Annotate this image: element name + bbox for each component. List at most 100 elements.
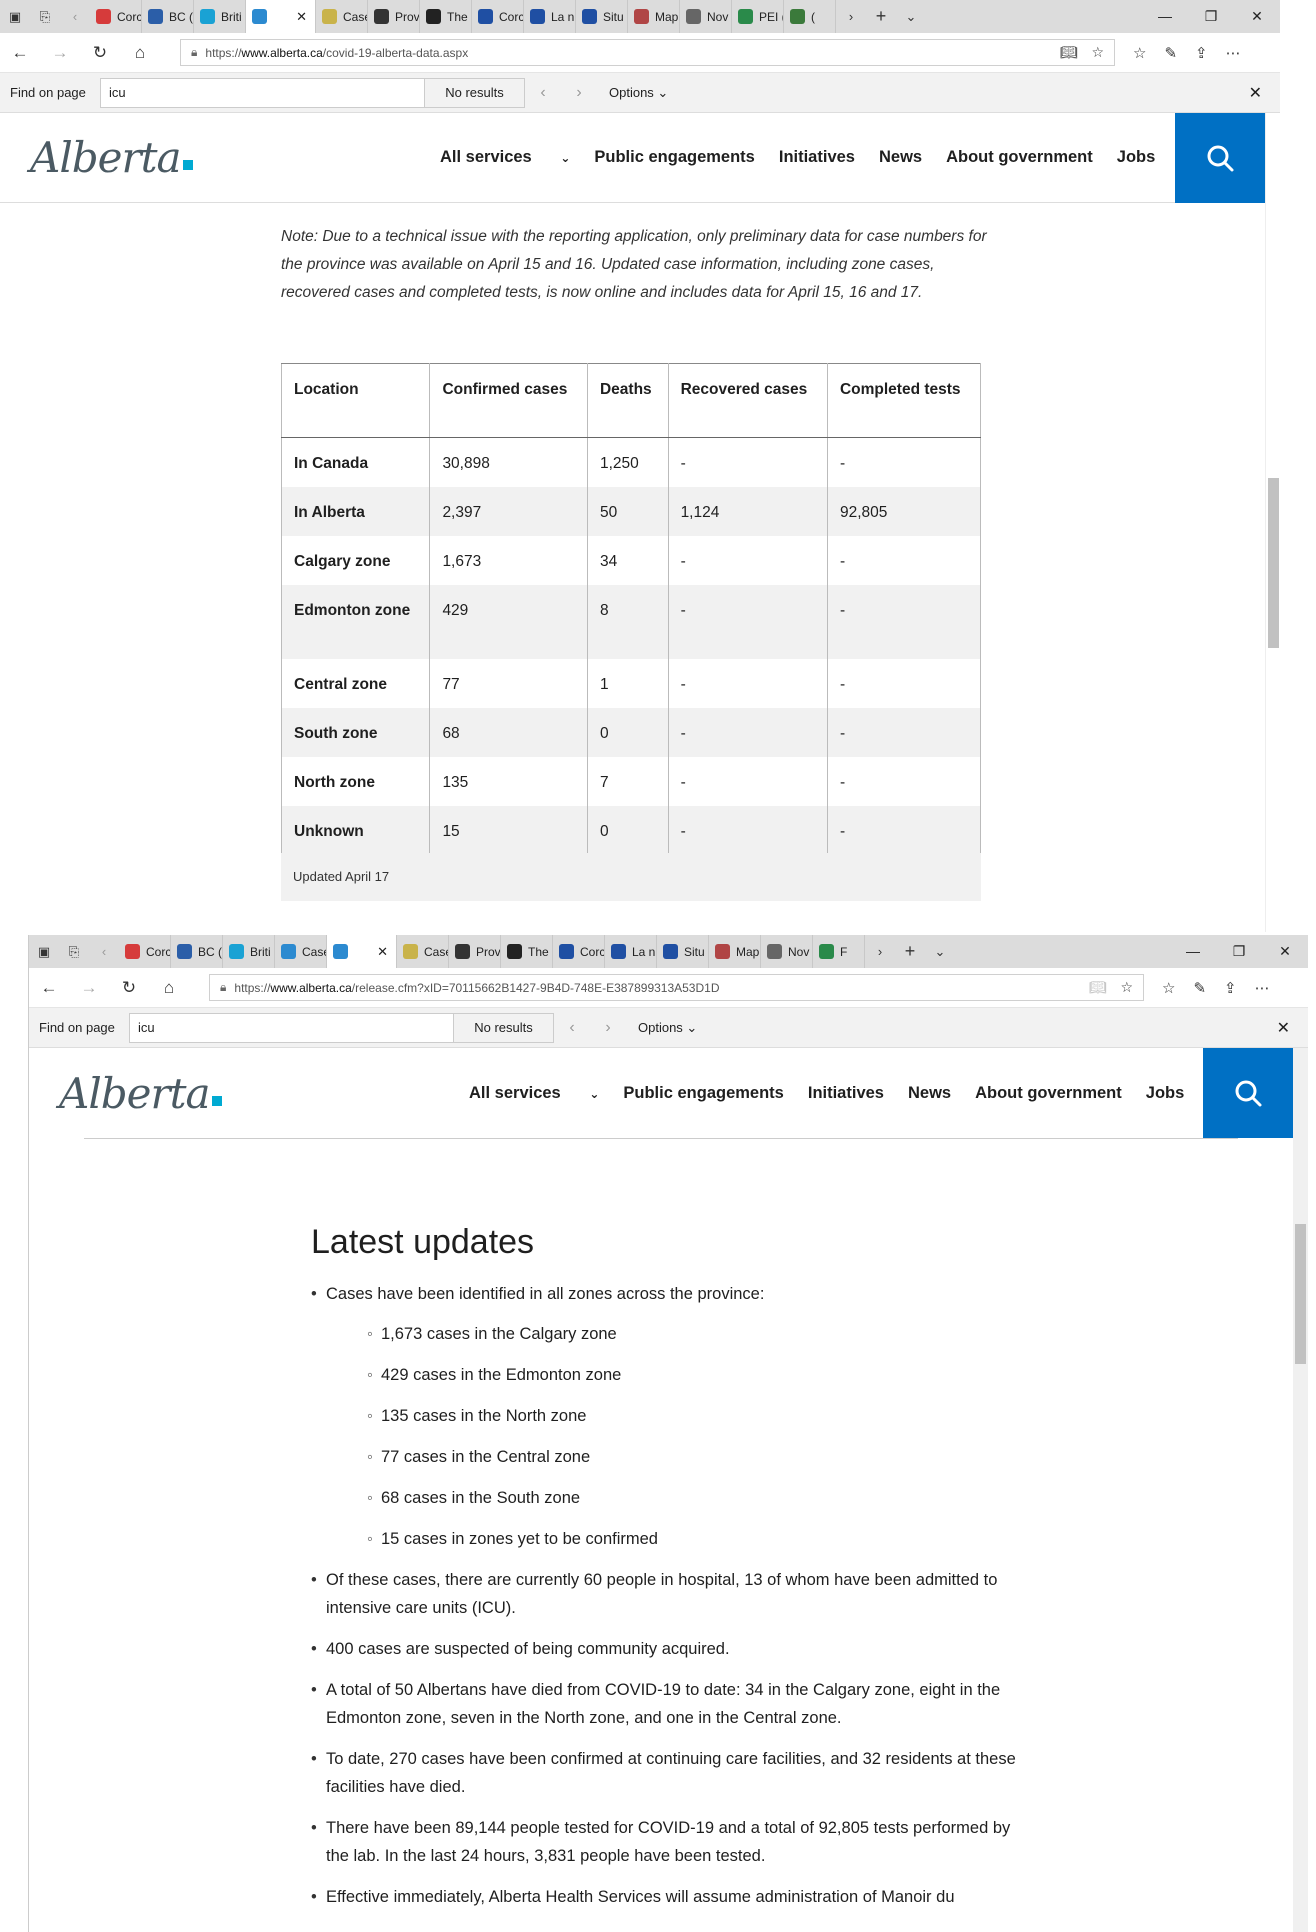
browser-tab[interactable]: Prov [449,935,501,968]
browser-tab[interactable]: Corc [119,935,171,968]
favorites-hub-icon[interactable]: ☆ [1133,44,1146,62]
browser-tab[interactable]: Nov [761,935,813,968]
browser-tab[interactable]: Corc [553,935,605,968]
nav-public-engagements[interactable]: Public engagements [623,1084,783,1103]
nav-jobs[interactable]: Jobs [1146,1084,1185,1103]
browser-tab[interactable]: Case [397,935,449,968]
browser-tab[interactable]: Map [709,935,761,968]
nav-all-services[interactable]: All services ⌄ [469,1084,599,1103]
back-icon[interactable]: ← [0,43,40,63]
browser-tab[interactable]: Corc [90,0,142,33]
find-input[interactable]: icu [100,77,425,108]
page-scrollbar[interactable] [1265,113,1280,932]
forward-icon[interactable]: → [69,978,109,998]
alberta-logo[interactable]: Alberta [30,133,193,182]
browser-tab[interactable]: Prov [368,0,420,33]
browser-tab[interactable]: Situ [657,935,709,968]
find-prev-icon[interactable]: ‹ [525,84,561,102]
tab-aside-icon[interactable]: ▣ [0,0,30,33]
nav-public-engagements[interactable]: Public engagements [594,148,754,167]
find-next-icon[interactable]: › [590,1019,626,1037]
alberta-logo[interactable]: Alberta [59,1069,222,1118]
browser-tab[interactable]: ✕ [246,0,316,33]
browser-tab[interactable]: Nov [680,0,732,33]
browser-tab[interactable]: Briti [194,0,246,33]
home-icon[interactable]: ⌂ [120,43,160,63]
nav-initiatives[interactable]: Initiatives [808,1084,884,1103]
favorite-star-icon[interactable]: ☆ [1120,979,1133,996]
nav-news[interactable]: News [879,148,922,167]
tab-aside-icon[interactable]: ▣ [29,935,59,968]
find-options-button[interactable]: Options ⌄ [609,85,668,101]
tab-preview-icon[interactable]: ⎘ [30,0,60,33]
browser-tab[interactable]: The [501,935,553,968]
browser-tab[interactable]: Case [275,935,327,968]
restore-icon[interactable]: ❐ [1216,943,1262,960]
scrollbar-thumb[interactable] [1268,478,1279,648]
browser-tab[interactable]: PEI ( [732,0,784,33]
browser-tab[interactable]: The [420,0,472,33]
tab-list-chevron-icon[interactable]: ⌄ [896,0,926,33]
browser-tab[interactable]: Briti [223,935,275,968]
browser-tab[interactable]: BC ( [171,935,223,968]
url-field[interactable]: 🔒︎ https://www.alberta.ca/release.cfm?xI… [209,974,1144,1001]
browser-tab[interactable]: F [813,935,865,968]
pen-icon[interactable]: ✎ [1193,979,1206,997]
tab-scroll-left-icon[interactable]: ‹ [60,0,90,33]
more-icon[interactable]: ⋯ [1226,44,1241,62]
forward-icon[interactable]: → [40,43,80,63]
close-window-icon[interactable]: ✕ [1234,8,1280,25]
site-search-button[interactable] [1203,1048,1293,1138]
home-icon[interactable]: ⌂ [149,978,189,998]
find-next-icon[interactable]: › [561,84,597,102]
nav-news[interactable]: News [908,1084,951,1103]
find-input[interactable]: icu [129,1012,454,1043]
reading-view-icon[interactable]: 📖︎ [1060,44,1078,61]
nav-about-government[interactable]: About government [975,1084,1122,1103]
back-icon[interactable]: ← [29,978,69,998]
find-close-icon[interactable]: ✕ [1277,1018,1290,1038]
restore-icon[interactable]: ❐ [1188,8,1234,25]
favorite-star-icon[interactable]: ☆ [1091,44,1104,61]
page-scrollbar[interactable] [1293,1048,1308,1932]
refresh-icon[interactable]: ↻ [80,43,120,63]
site-search-button[interactable] [1175,113,1265,203]
minimize-icon[interactable]: — [1170,943,1216,960]
find-prev-icon[interactable]: ‹ [554,1019,590,1037]
tab-scroll-right-icon[interactable]: › [836,0,866,33]
reading-view-icon[interactable]: 📖︎ [1089,979,1107,996]
pen-icon[interactable]: ✎ [1164,44,1177,62]
nav-initiatives[interactable]: Initiatives [779,148,855,167]
url-field[interactable]: 🔒︎ https://www.alberta.ca/covid-19-alber… [180,39,1115,66]
scrollbar-thumb[interactable] [1295,1224,1306,1364]
nav-all-services[interactable]: All services ⌄ [440,148,570,167]
close-tab-icon[interactable]: ✕ [296,9,307,25]
browser-tab[interactable]: Map [628,0,680,33]
share-icon[interactable]: ⇪ [1224,979,1237,997]
browser-tab[interactable]: Case [316,0,368,33]
browser-tab[interactable]: ( [784,0,836,33]
new-tab-icon[interactable]: + [866,0,896,33]
tab-preview-icon[interactable]: ⎘ [59,935,89,968]
browser-tab[interactable]: Corc [472,0,524,33]
browser-tab[interactable]: La n [605,935,657,968]
browser-tab[interactable]: BC ( [142,0,194,33]
browser-tab[interactable]: ✕ [327,935,397,968]
close-window-icon[interactable]: ✕ [1262,943,1308,960]
tab-list-chevron-icon[interactable]: ⌄ [925,935,955,968]
refresh-icon[interactable]: ↻ [109,978,149,998]
minimize-icon[interactable]: — [1142,8,1188,25]
find-close-icon[interactable]: ✕ [1249,83,1262,103]
new-tab-icon[interactable]: + [895,935,925,968]
nav-about-government[interactable]: About government [946,148,1093,167]
find-options-button[interactable]: Options ⌄ [638,1020,697,1036]
more-icon[interactable]: ⋯ [1255,979,1270,997]
browser-tab[interactable]: Situ [576,0,628,33]
close-tab-icon[interactable]: ✕ [377,944,388,960]
nav-jobs[interactable]: Jobs [1117,148,1156,167]
favorites-hub-icon[interactable]: ☆ [1162,979,1175,997]
tab-scroll-left-icon[interactable]: ‹ [89,935,119,968]
browser-tab[interactable]: La n [524,0,576,33]
share-icon[interactable]: ⇪ [1195,44,1208,62]
tab-scroll-right-icon[interactable]: › [865,935,895,968]
